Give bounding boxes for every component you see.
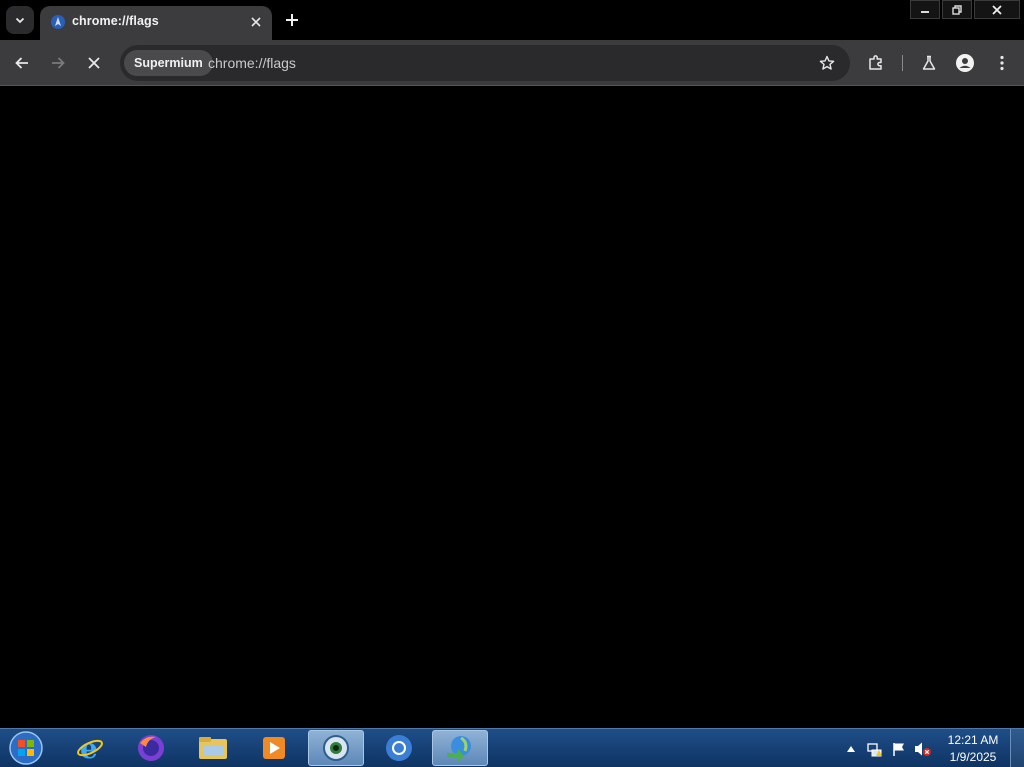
menu-button[interactable] — [988, 49, 1016, 77]
forward-arrow-icon — [52, 57, 65, 69]
chevron-down-icon — [15, 17, 25, 24]
close-icon — [251, 17, 261, 27]
window-controls — [908, 0, 1020, 20]
puzzle-icon — [869, 55, 882, 70]
show-desktop-button[interactable] — [1010, 729, 1024, 767]
labs-button[interactable] — [915, 49, 943, 77]
volume-muted-icon — [915, 742, 931, 756]
taskbar-clock[interactable]: 12:21 AM 1/9/2025 — [936, 732, 1010, 766]
tab-close-button[interactable] — [246, 12, 266, 32]
profile-button[interactable] — [951, 49, 979, 77]
star-icon — [819, 55, 835, 70]
back-arrow-icon — [15, 57, 28, 69]
browser-toolbar: Supermium chrome://flags — [0, 40, 1024, 86]
show-hidden-icons-icon — [847, 746, 855, 752]
minimize-button[interactable] — [910, 0, 940, 19]
stop-button[interactable] — [80, 49, 108, 77]
taskbar-internet-explorer[interactable]: e — [62, 730, 118, 766]
supermium-icon — [51, 15, 65, 29]
stop-icon — [88, 57, 100, 69]
restore-icon — [952, 4, 962, 15]
file-explorer-icon — [199, 737, 227, 759]
taskbar: e 12:21 AM 1/9/2025 — [0, 728, 1024, 767]
show-hidden-icons-button[interactable] — [842, 740, 860, 758]
taskbar-chromium[interactable] — [371, 730, 427, 766]
taskbar-eye-app[interactable] — [308, 730, 364, 766]
minimize-icon — [921, 10, 929, 13]
kebab-menu-icon — [1000, 55, 1004, 71]
forward-button[interactable] — [44, 49, 72, 77]
taskbar-file-explorer[interactable] — [185, 730, 241, 766]
svg-text:e: e — [80, 733, 98, 763]
close-window-button[interactable] — [974, 0, 1020, 19]
tab-title: chrome://flags — [72, 14, 159, 28]
start-orb-icon — [9, 731, 43, 765]
back-button[interactable] — [8, 49, 36, 77]
network-tray-button[interactable] — [866, 740, 884, 758]
extensions-button[interactable] — [862, 49, 890, 77]
new-tab-button[interactable] — [280, 8, 304, 32]
flask-icon — [922, 55, 936, 70]
tab-active[interactable]: chrome://flags — [40, 6, 272, 40]
page-content — [0, 87, 1024, 728]
internet-explorer-icon: e — [77, 733, 103, 763]
profile-icon — [956, 54, 974, 72]
tab-strip: chrome://flags — [0, 0, 1024, 40]
close-icon — [992, 4, 1002, 15]
chromium-icon — [386, 735, 412, 761]
volume-tray-button[interactable] — [914, 740, 932, 758]
firefox-icon — [138, 735, 164, 761]
toolbar-divider — [902, 55, 903, 71]
taskbar-media-player[interactable] — [246, 730, 302, 766]
clock-time: 12:21 AM — [947, 733, 999, 747]
site-chip[interactable]: Supermium — [124, 50, 213, 76]
download-manager-icon — [447, 736, 471, 762]
network-icon — [867, 743, 882, 757]
url-text[interactable]: chrome://flags — [208, 55, 296, 71]
clock-date: 1/9/2025 — [949, 750, 997, 764]
eye-app-icon — [323, 735, 349, 761]
action-center-button[interactable] — [890, 740, 908, 758]
taskbar-download-manager[interactable] — [432, 730, 488, 766]
bookmark-button[interactable] — [816, 52, 838, 74]
media-player-icon — [263, 737, 285, 759]
plus-icon — [286, 14, 298, 26]
tab-search-button[interactable] — [6, 6, 34, 34]
address-bar[interactable]: Supermium chrome://flags — [120, 45, 850, 81]
start-button[interactable] — [6, 730, 46, 766]
action-center-flag-icon — [893, 743, 904, 756]
taskbar-firefox[interactable] — [123, 730, 179, 766]
restore-button[interactable] — [942, 0, 972, 19]
